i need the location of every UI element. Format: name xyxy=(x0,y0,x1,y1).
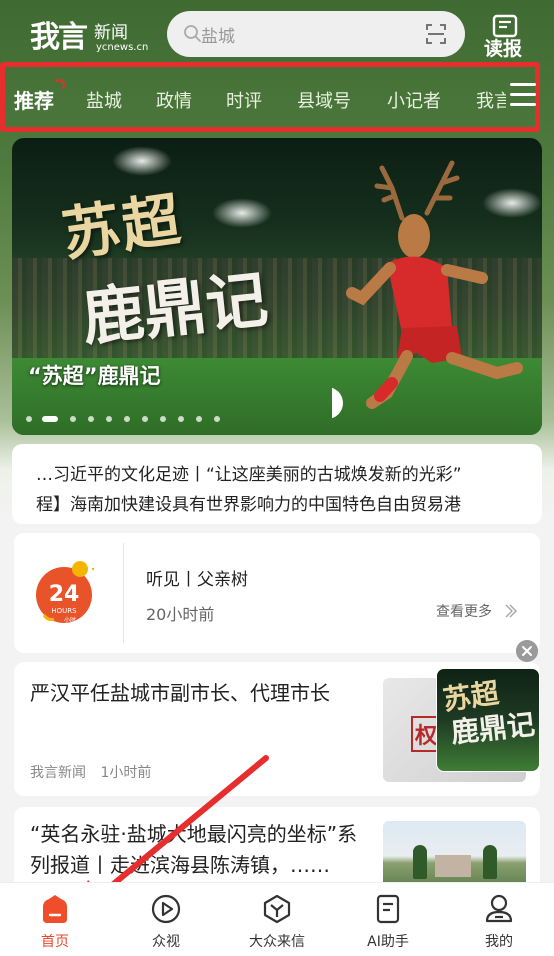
category-tabs: 推荐 盐城 政情 时评 县域号 小记者 我言 xyxy=(0,62,540,132)
carousel-dot[interactable] xyxy=(160,416,166,422)
ticker-item[interactable]: …习近平的文化足迹丨“让这座美丽的古城焕发新的光彩” xyxy=(36,460,528,485)
carousel-dot[interactable] xyxy=(142,416,148,422)
carousel-dot[interactable] xyxy=(106,416,112,422)
tab-woyan[interactable]: 我言 xyxy=(476,87,506,113)
carousel-dot[interactable] xyxy=(214,416,220,422)
nav-label: 我的 xyxy=(485,934,513,950)
article-source: 我言新闻 xyxy=(30,765,86,781)
tab-county[interactable]: 县域号 xyxy=(297,87,351,113)
carousel-dot[interactable] xyxy=(124,416,130,422)
nav-label: 大众来信 xyxy=(249,934,305,950)
24-hours-icon: 24 HOURS 小时 xyxy=(36,561,94,624)
user-icon xyxy=(485,894,513,923)
tab-politics[interactable]: 政情 xyxy=(156,87,192,113)
nav-label: 首页 xyxy=(41,934,69,950)
tab-commentary[interactable]: 时评 xyxy=(226,87,262,113)
search-icon xyxy=(184,25,201,42)
chevron-right-icon xyxy=(505,604,518,618)
promo-text-1: 苏超 xyxy=(440,676,501,717)
nav-ai-assistant[interactable]: AI助手 xyxy=(333,883,443,956)
scan-icon[interactable] xyxy=(425,23,447,45)
mail-icon xyxy=(263,894,291,924)
ticker-item-text: …习近平的文化足迹丨“让这座美丽的古城焕发新的光彩” xyxy=(36,465,462,485)
thumbnail-building xyxy=(435,855,471,877)
article-title: 严汉平任盐城市副市长、代理市长 xyxy=(30,681,330,705)
carousel-dot[interactable] xyxy=(196,416,202,422)
logo-sub-text: 新闻 xyxy=(94,23,128,43)
floating-promo-banner[interactable]: 苏超 鹿鼎记 xyxy=(436,668,540,772)
logo-main-text: 我言 xyxy=(30,20,88,55)
thumbnail-tree xyxy=(413,845,427,879)
news-article-card[interactable]: “英名永驻·盐城大地最闪亮的坐标”系列报道丨走进滨海县陈涛镇，…… xyxy=(14,807,540,887)
tab-recommend[interactable]: 推荐 xyxy=(14,85,54,114)
24-hours-card[interactable]: 24 HOURS 小时 听见丨父亲树 20小时前 查看更多 xyxy=(14,533,540,653)
nav-profile[interactable]: 我的 xyxy=(444,883,554,956)
banner-art-title-2: 鹿鼎记 xyxy=(78,262,272,355)
carousel-dot[interactable] xyxy=(70,416,76,422)
banner-art-title-1: 苏超 xyxy=(57,184,187,270)
search-placeholder: 盐城 xyxy=(201,27,235,47)
document-icon xyxy=(376,894,400,924)
article-title: “英名永驻·盐城大地最闪亮的坐标”系列报道丨走进滨海县陈涛镇，…… xyxy=(30,822,358,877)
read-report-button[interactable]: 读报 xyxy=(484,14,534,60)
stadium-light xyxy=(212,198,272,228)
hero-banner[interactable]: 苏超 鹿鼎记 “苏超”鹿鼎记 xyxy=(12,138,542,435)
article-time: 1小时前 xyxy=(100,765,152,781)
ticker-item-text: 程】海南加快建设具有世界影响力的中国特色自由贸易港 xyxy=(36,495,461,515)
thumbnail-tree xyxy=(483,845,497,879)
nav-label: 众视 xyxy=(152,934,180,950)
24-hours-sub: 小时 xyxy=(64,616,76,624)
menu-icon[interactable] xyxy=(510,83,536,109)
banner-caption: “苏超”鹿鼎记 xyxy=(28,364,161,388)
see-more-link[interactable]: 查看更多 xyxy=(436,601,492,621)
search-bar[interactable]: 盐城 xyxy=(167,11,465,57)
nav-label: AI助手 xyxy=(367,934,409,950)
home-icon xyxy=(43,895,67,923)
24-hours-time: 20小时前 xyxy=(146,605,215,624)
active-tab-indicator xyxy=(53,79,65,91)
headline-ticker: …习近平的文化足迹丨“让这座美丽的古城焕发新的光彩” 程】海南加快建设具有世界影… xyxy=(12,444,542,524)
app-logo[interactable]: 我言 新闻 ycnews.cn xyxy=(30,12,150,58)
promo-text-2: 鹿鼎记 xyxy=(449,707,537,750)
read-report-label: 读报 xyxy=(484,38,523,60)
carousel-dot[interactable] xyxy=(88,416,94,422)
24-hours-text: HOURS xyxy=(51,607,77,615)
nav-letters[interactable]: 大众来信 xyxy=(222,883,332,956)
tab-yancheng[interactable]: 盐城 xyxy=(86,87,122,113)
ticker-item[interactable]: 程】海南加快建设具有世界影响力的中国特色自由贸易港 xyxy=(36,490,528,515)
24-hours-number: 24 xyxy=(49,582,80,607)
bottom-navigation: 首页 众视 大众来信 AI助手 我的 xyxy=(0,882,554,956)
carousel-dot[interactable] xyxy=(26,416,32,422)
article-meta: 我言新闻 1小时前 xyxy=(30,762,151,782)
deer-footballer-illustration xyxy=(332,160,523,418)
nav-home[interactable]: 首页 xyxy=(0,883,110,956)
logo-url-text: ycnews.cn xyxy=(96,42,149,53)
carousel-dot[interactable] xyxy=(178,416,184,422)
top-header: 我言 新闻 ycnews.cn 盐城 读报 xyxy=(0,0,554,62)
24-hours-title: 听见丨父亲树 xyxy=(146,570,248,590)
close-icon[interactable] xyxy=(516,640,538,662)
article-thumbnail xyxy=(383,821,526,887)
divider xyxy=(123,543,124,643)
carousel-dot-active[interactable] xyxy=(42,416,58,422)
nav-video[interactable]: 众视 xyxy=(111,883,221,956)
play-icon xyxy=(151,894,181,924)
stadium-light xyxy=(112,146,172,176)
tab-young-reporter[interactable]: 小记者 xyxy=(387,87,441,113)
